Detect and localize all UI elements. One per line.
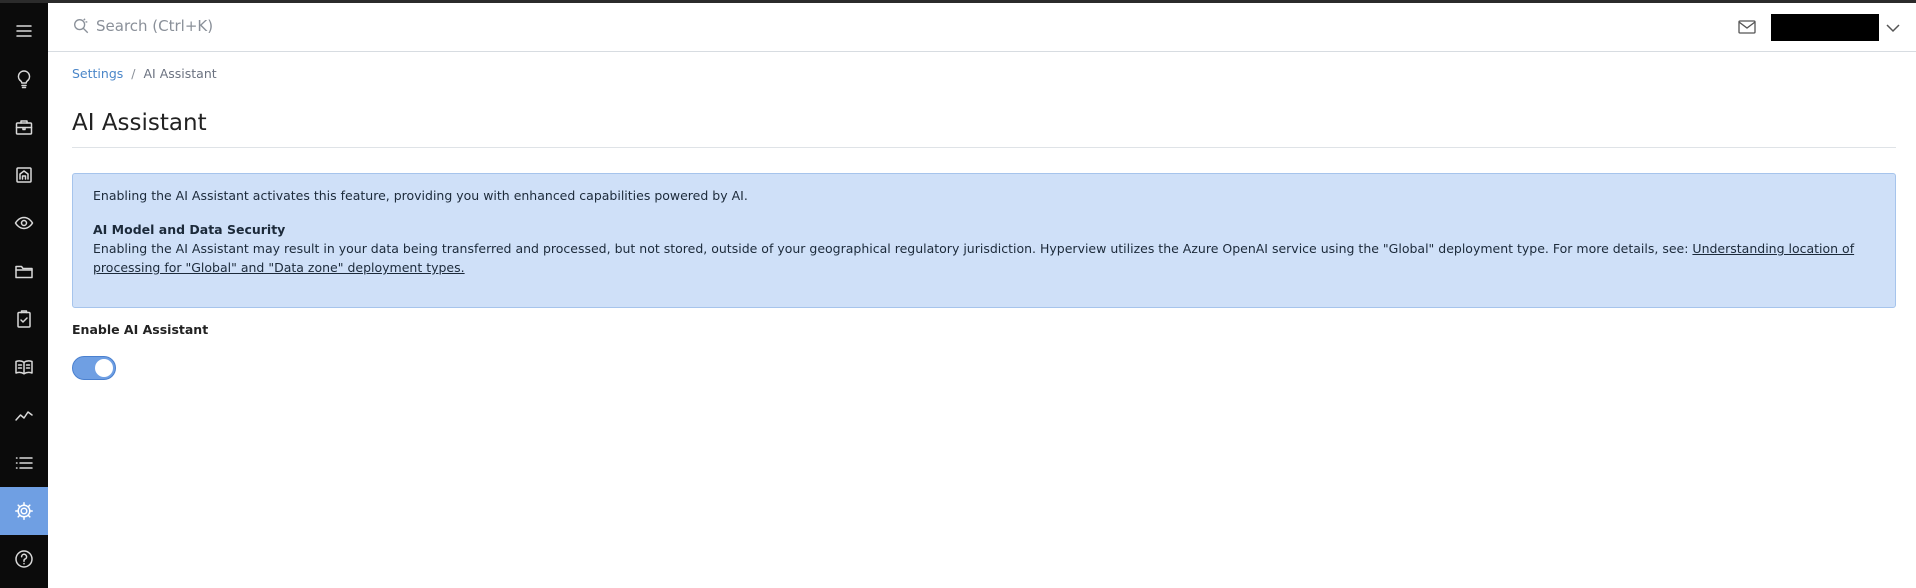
breadcrumb-separator: /: [131, 66, 136, 81]
info-intro: Enabling the AI Assistant activates this…: [93, 188, 748, 203]
info-body-text: Enabling the AI Assistant may result in …: [93, 241, 1693, 256]
sidebar-item-help[interactable]: [0, 535, 48, 583]
sidebar-item-lists[interactable]: [0, 439, 48, 487]
info-heading: AI Model and Data Security: [93, 222, 286, 237]
sidebar-item-insights[interactable]: [0, 55, 48, 103]
clipboard-icon: [17, 310, 31, 328]
menu-button[interactable]: [0, 7, 48, 55]
info-panel: Enabling the AI Assistant activates this…: [72, 173, 1896, 308]
gear-icon: [15, 502, 33, 520]
building-icon: [16, 167, 32, 183]
title-divider: [72, 147, 1896, 148]
top-header: Search (Ctrl+K): [48, 3, 1916, 52]
list-icon: [15, 457, 33, 469]
sidebar-item-monitoring[interactable]: [0, 199, 48, 247]
menu-icon: [16, 25, 32, 37]
sidebar-item-assets[interactable]: [0, 103, 48, 151]
user-menu-toggle[interactable]: [1886, 19, 1900, 38]
sidebar-item-documents[interactable]: [0, 247, 48, 295]
book-icon: [15, 360, 33, 375]
lightbulb-icon: [17, 70, 31, 89]
sidebar-item-reports[interactable]: [0, 391, 48, 439]
toggle-knob: [95, 359, 113, 377]
messages-button[interactable]: [1738, 19, 1756, 39]
trend-icon: [15, 411, 33, 421]
breadcrumb: Settings / AI Assistant: [72, 66, 217, 81]
search-icon: [74, 18, 89, 34]
enable-ai-assistant-label: Enable AI Assistant: [72, 322, 209, 337]
breadcrumb-current: AI Assistant: [143, 66, 217, 81]
user-menu[interactable]: [1771, 14, 1879, 41]
mail-icon: [1738, 20, 1756, 34]
sidebar-item-settings[interactable]: [0, 487, 48, 535]
chevron-down-icon: [1886, 24, 1900, 33]
help-icon: [15, 550, 33, 568]
sidebar-item-catalog[interactable]: [0, 343, 48, 391]
info-body: Enabling the AI Assistant may result in …: [93, 239, 1875, 277]
enable-ai-assistant-toggle[interactable]: [72, 356, 116, 380]
search-input[interactable]: Search (Ctrl+K): [96, 17, 213, 35]
folder-icon: [15, 265, 33, 279]
breadcrumb-settings-link[interactable]: Settings: [72, 66, 123, 81]
search-bar[interactable]: Search (Ctrl+K): [72, 17, 213, 35]
sidebar: [0, 3, 48, 588]
sidebar-item-tasks[interactable]: [0, 295, 48, 343]
sidebar-item-locations[interactable]: [0, 151, 48, 199]
eye-icon: [14, 216, 34, 230]
page-title: AI Assistant: [72, 110, 207, 136]
briefcase-icon: [15, 120, 33, 135]
